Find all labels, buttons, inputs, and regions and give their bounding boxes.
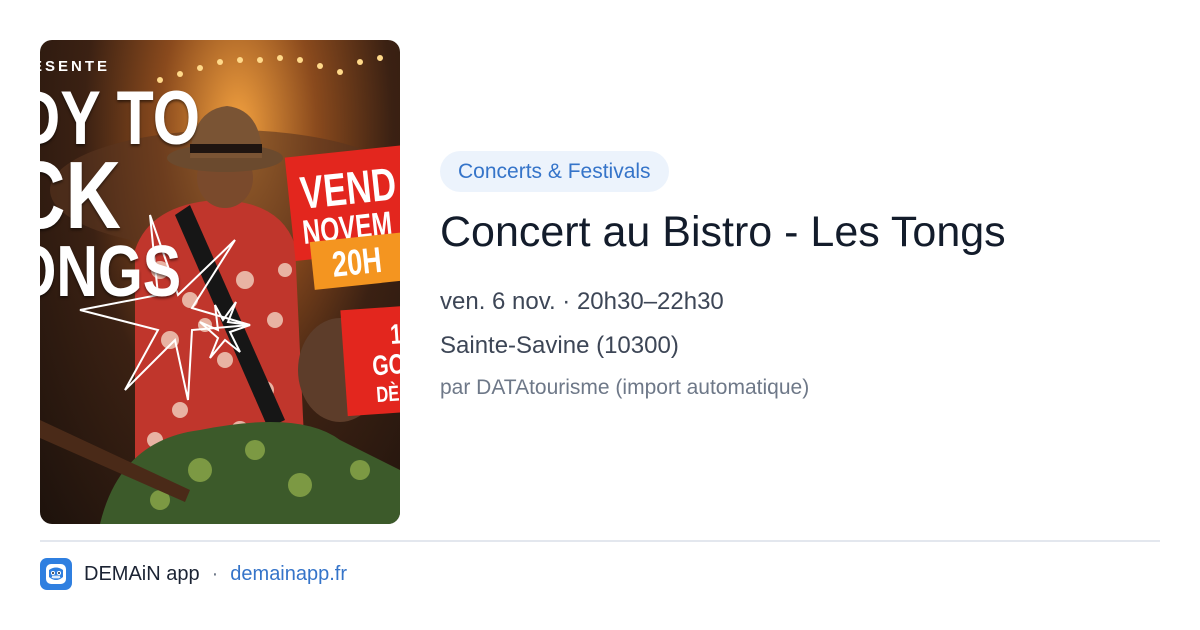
event-category-wrapper: Concerts & Festivals — [440, 151, 669, 192]
poster-time-text: 20H — [330, 238, 384, 285]
event-datetime: ven. 6 nov. · 20h30–22h30 — [440, 288, 724, 315]
category-badge[interactable]: Concerts & Festivals — [440, 151, 669, 192]
event-poster-image[interactable]: ÉSENTE DY TO CK ONGS VEND NOVEM 20H 1 GO… — [40, 40, 400, 524]
poster-time-banner: 20H — [309, 232, 400, 290]
poster-info-line: DÈS — [375, 379, 400, 408]
event-source: par DATAtourisme (import automatique) — [440, 376, 810, 399]
app-name[interactable]: DEMAiN app — [84, 563, 200, 586]
poster-title-line: CK — [40, 142, 121, 250]
poster-info-banner: 1 GO DÈS — [340, 305, 400, 417]
app-domain-link[interactable]: demainapp.fr — [230, 563, 347, 586]
footer-separator: · — [211, 562, 219, 585]
event-location: Sainte-Savine (10300) — [440, 332, 679, 359]
event-title[interactable]: Concert au Bistro - Les Tongs — [440, 208, 1006, 257]
footer: DEMAiN app · demainapp.fr — [40, 558, 347, 590]
poster-info-line: 1 — [389, 318, 400, 350]
poster-info-line: GO — [371, 348, 400, 382]
poster-title-text: DY TO CK ONGS — [40, 80, 200, 312]
demain-app-icon[interactable] — [40, 558, 72, 590]
footer-divider — [40, 540, 1160, 542]
poster-presente-text: ÉSENTE — [40, 58, 111, 75]
poster-title-line: ONGS — [40, 231, 182, 312]
